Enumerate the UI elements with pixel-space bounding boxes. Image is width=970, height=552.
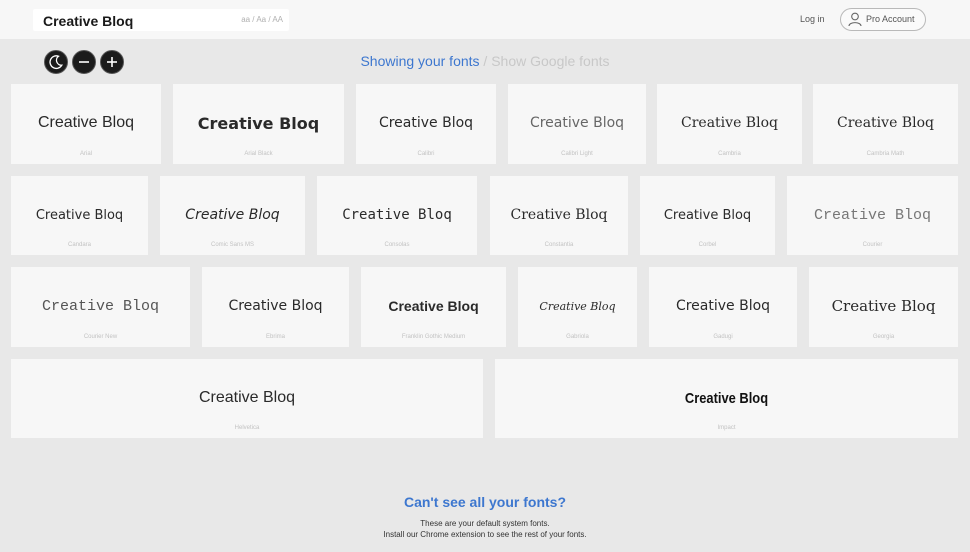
font-name: Calibri Light	[561, 151, 593, 157]
font-card[interactable]: Creative Bloq Georgia	[809, 267, 958, 347]
font-card[interactable]: Creative Bloq Corbel	[640, 176, 775, 255]
preview-text-value[interactable]: Creative Bloq	[43, 13, 133, 29]
font-name: Cambria	[718, 151, 741, 157]
font-name: Georgia	[872, 334, 895, 340]
font-card[interactable]: Creative Bloq Comic Sans MS	[160, 176, 305, 255]
help-line-2: Install our Chrome extension to see the …	[383, 530, 587, 539]
font-name: Courier	[862, 242, 883, 248]
font-card[interactable]: Creative Bloq Cambria	[657, 84, 802, 164]
font-card[interactable]: Creative Bloq Calibri	[356, 84, 496, 164]
login-link[interactable]: Log in	[800, 14, 825, 24]
font-card[interactable]: Creative Bloq Gabriola	[518, 267, 637, 347]
font-name: Calibri	[417, 151, 435, 157]
font-card[interactable]: Creative Bloq Franklin Gothic Medium	[361, 267, 506, 347]
font-name: Consolas	[384, 242, 410, 248]
font-name: Courier New	[83, 334, 118, 340]
font-card[interactable]: Creative Bloq Arial Black	[173, 84, 344, 164]
font-card[interactable]: Creative Bloq Gadugi	[649, 267, 797, 347]
pro-account-label: Pro Account	[866, 14, 915, 24]
user-icon	[848, 12, 862, 27]
font-card[interactable]: Creative Bloq Cambria Math	[813, 84, 958, 164]
font-card[interactable]: Creative Bloq Courier New	[11, 267, 190, 347]
case-toggle[interactable]: aa / Aa / AA	[241, 15, 283, 24]
font-name: Constantia	[544, 242, 574, 248]
font-name: Cambria Math	[866, 151, 905, 157]
font-name: Gadugi	[713, 334, 733, 340]
top-bar: Creative Bloq aa / Aa / AA Log in Pro Ac…	[0, 0, 970, 39]
font-name: Franklin Gothic Medium	[401, 334, 466, 340]
help-line-1: These are your default system fonts.	[420, 519, 550, 528]
font-card[interactable]: Creative Bloq Courier	[787, 176, 958, 255]
font-name: Impact	[717, 425, 736, 431]
font-card[interactable]: Creative Bloq Helvetica	[11, 359, 483, 438]
show-your-fonts-link[interactable]: Showing your fonts	[360, 53, 479, 69]
font-card[interactable]: Creative Bloq Candara	[11, 176, 148, 255]
font-card[interactable]: Creative Bloq Ebrima	[202, 267, 349, 347]
font-source-toggle: Showing your fonts / Show Google fonts	[0, 53, 970, 69]
font-name: Gabriola	[566, 334, 589, 340]
source-separator: /	[479, 53, 492, 69]
font-card[interactable]: Creative Bloq Arial	[11, 84, 161, 164]
font-name: Arial Black	[244, 151, 273, 157]
font-card[interactable]: Creative Bloq Calibri Light	[508, 84, 646, 164]
font-name: Corbel	[698, 242, 717, 248]
help-title: Can't see all your fonts?	[403, 494, 567, 510]
font-name: Ebrima	[265, 334, 285, 340]
font-name: Candara	[67, 242, 91, 248]
font-card[interactable]: Creative Bloq Constantia	[490, 176, 628, 255]
show-google-fonts-link[interactable]: Show Google fonts	[491, 53, 609, 69]
preview-text-input[interactable]: Creative Bloq aa / Aa / AA	[33, 9, 289, 31]
pro-account-button[interactable]: Pro Account	[840, 8, 926, 31]
font-name: Arial	[79, 151, 92, 157]
font-name: Comic Sans MS	[210, 242, 254, 248]
font-card[interactable]: Creative Bloq Consolas	[317, 176, 477, 255]
font-name: Helvetica	[234, 425, 260, 431]
font-card[interactable]: Creative Bloq Impact	[495, 359, 958, 438]
